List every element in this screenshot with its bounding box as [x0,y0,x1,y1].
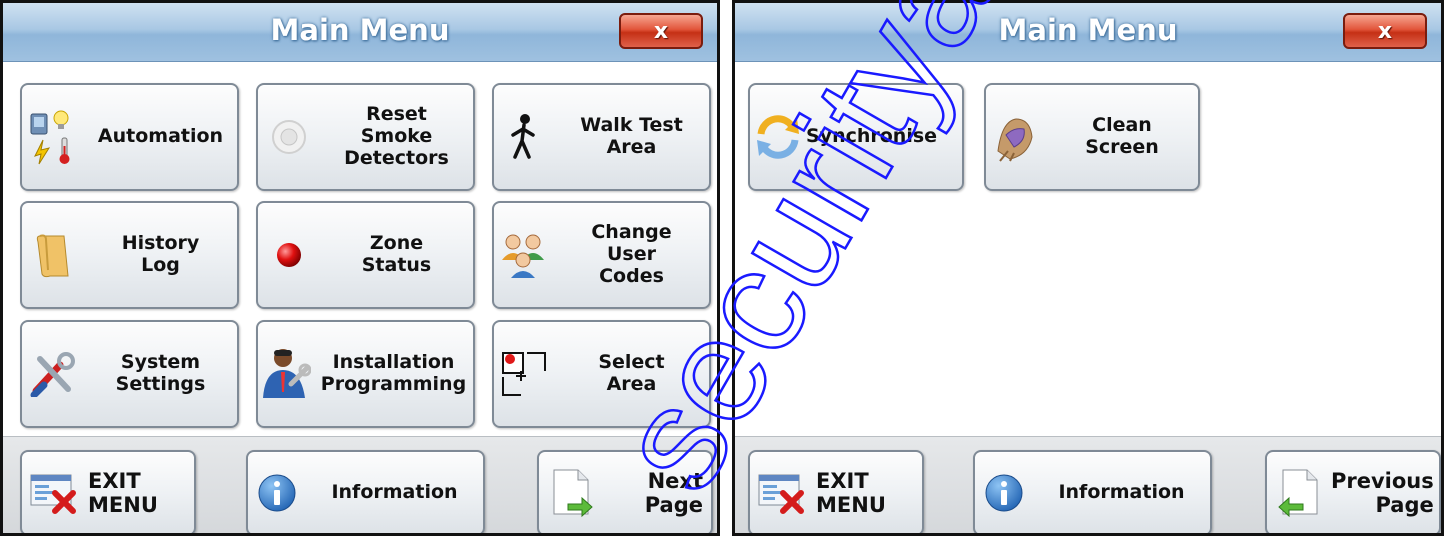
zone-status-button[interactable]: Zone Status [256,201,475,309]
select-area-icon [494,349,554,399]
scroll-icon [22,230,84,280]
red-status-light-icon [258,241,320,269]
info-icon [975,473,1033,513]
exit-menu-label: EXIT MENU [816,468,886,517]
sync-icon [750,112,806,162]
window-title: Main Menu [998,13,1178,47]
close-button[interactable]: x [1343,13,1427,49]
users-icon [494,230,554,280]
walk-test-area-label: Walk Test Area [580,114,683,158]
close-icon: x [1377,18,1393,44]
information-label: Information [331,481,458,504]
technician-icon [258,346,314,402]
installation-programming-button[interactable]: Installation Programming [256,320,475,428]
select-area-label: Select Area [598,351,665,395]
close-button[interactable]: x [619,13,703,49]
title-bar: Main Menu x [3,3,717,62]
info-icon [248,473,306,513]
smoke-detector-icon [258,116,320,158]
exit-menu-label: EXIT MENU [88,468,158,517]
walking-person-icon [494,113,554,161]
tools-icon [22,351,84,397]
change-user-codes-button[interactable]: Change User Codes [492,201,711,309]
automation-icon [22,108,84,166]
clean-screen-button[interactable]: Clean Screen [984,83,1200,191]
walk-test-area-button[interactable]: Walk Test Area [492,83,711,191]
clean-screen-label: Clean Screen [1085,114,1159,158]
system-settings-button[interactable]: System Settings [20,320,239,428]
history-log-label: History Log [121,232,200,276]
automation-label: Automation [97,125,224,148]
change-user-codes-label: Change User Codes [591,221,672,287]
previous-page-label: Previous Page [1331,468,1434,517]
previous-page-icon [1267,468,1331,518]
exit-menu-icon [750,471,816,515]
system-settings-label: System Settings [115,351,206,395]
synchronise-label: Synchronise [806,125,938,148]
reset-smoke-detectors-button[interactable]: Reset Smoke Detectors [256,83,475,191]
previous-page-button[interactable]: Previous Page [1265,450,1441,533]
main-menu-page-2: Main Menu x Synchronise Clean Screen EXI… [732,0,1444,536]
exit-menu-button[interactable]: EXIT MENU [748,450,924,533]
exit-menu-button[interactable]: EXIT MENU [20,450,196,533]
select-area-button[interactable]: Select Area [492,320,711,428]
next-page-button[interactable]: Next Page [537,450,713,533]
main-menu-page-1: Main Menu x Automation Reset Smoke Detec… [0,0,720,536]
title-bar: Main Menu x [735,3,1441,62]
next-page-label: Next Page [644,468,703,517]
window-title: Main Menu [270,13,450,47]
automation-button[interactable]: Automation [20,83,239,191]
synchronise-button[interactable]: Synchronise [748,83,964,191]
exit-menu-icon [22,471,88,515]
information-button[interactable]: Information [973,450,1212,533]
next-page-icon [539,468,605,518]
information-label: Information [1058,481,1185,504]
installation-programming-label: Installation Programming [320,351,467,395]
reset-smoke-detectors-label: Reset Smoke Detectors [344,103,449,169]
close-icon: x [653,18,669,44]
information-button[interactable]: Information [246,450,485,533]
history-log-button[interactable]: History Log [20,201,239,309]
cleaning-cloth-icon [986,111,1046,163]
zone-status-label: Zone Status [361,232,432,276]
